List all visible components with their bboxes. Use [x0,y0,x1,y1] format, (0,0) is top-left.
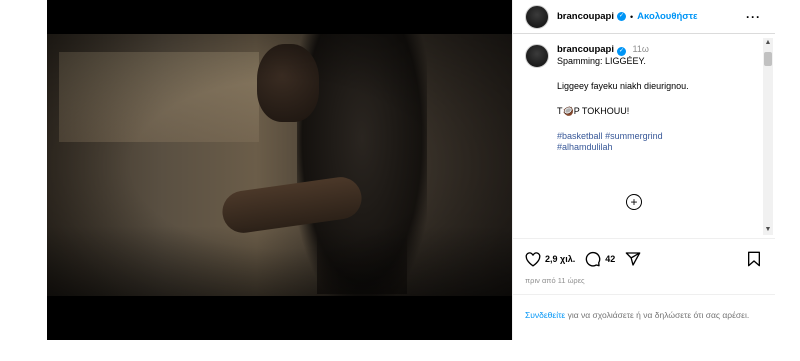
caption-username[interactable]: brancoupapi [557,44,614,55]
post-username[interactable]: brancoupapi [557,11,614,22]
caption-body: brancoupapi ✓ 11ω Spamming: LIGGÉEY. Ligg… [557,44,757,153]
post-header: brancoupapi ✓ • Ακολουθήστε ··· [513,0,775,34]
scrollbar-thumb[interactable] [764,52,772,66]
hashtag-link[interactable]: #summergrind [605,131,663,141]
caption-line-3: T🥥P TOKHOUU! [557,106,630,116]
video-vignette [47,34,512,296]
like-count[interactable]: 2,9 χιλ. [545,254,575,264]
paper-plane-icon[interactable] [625,251,641,267]
comment-count: 42 [605,254,616,264]
bookmark-icon[interactable] [747,251,761,267]
video-player[interactable] [47,0,512,340]
post-timestamp[interactable]: πριν από 11 ώρες [525,276,585,285]
login-prompt-text: Συνδεθείτε για να σχολιάσετε ή να δηλώσε… [525,309,761,321]
login-prompt: Συνδεθείτε για να σχολιάσετε ή να δηλώσε… [513,294,775,343]
scroll-down-arrow-icon[interactable]: ▼ [763,225,773,235]
more-options-icon[interactable]: ··· [746,10,761,24]
login-prompt-message: για να σχολιάσετε ή να δηλώσετε ότι σας … [565,310,750,320]
scroll-up-arrow-icon[interactable]: ▲ [763,38,773,48]
comments-scrollbar[interactable]: ▲ ▼ [763,38,773,235]
login-link[interactable]: Συνδεθείτε [525,310,565,320]
verified-badge-icon: ✓ [617,47,627,56]
hashtag-link[interactable]: #basketball [557,131,603,141]
plus-circle-icon[interactable]: + [626,194,642,210]
caption-line-2: Liggeey fayeku niakh dieurignou. [557,81,689,91]
follow-button[interactable]: Ακολουθήστε [637,11,697,22]
caption-time[interactable]: 11ω [633,44,649,54]
comments-area: brancoupapi ✓ 11ω Spamming: LIGGÉEY. Ligg… [513,34,775,235]
post-sidebar: brancoupapi ✓ • Ακολουθήστε ··· brancoup… [512,0,775,340]
caption-avatar[interactable] [525,44,549,68]
post-actions: 2,9 χιλ. 42 πριν από 11 ώρες Συνδεθείτε … [513,238,775,341]
separator-dot: • [630,11,634,22]
video-frame[interactable] [47,34,512,296]
comment-bubble-icon[interactable] [585,251,601,267]
caption: brancoupapi ✓ 11ω Spamming: LIGGÉEY. Ligg… [525,44,757,153]
avatar[interactable] [525,4,549,29]
hashtag-list: #basketball #summergrind #alhamdulilah [557,131,757,153]
hashtag-link[interactable]: #alhamdulilah [557,142,613,152]
caption-line-1: Spamming: LIGGÉEY. [557,56,646,66]
heart-icon[interactable] [525,251,541,267]
action-row: 2,9 χιλ. 42 [525,251,641,267]
verified-badge-icon: ✓ [617,12,627,21]
